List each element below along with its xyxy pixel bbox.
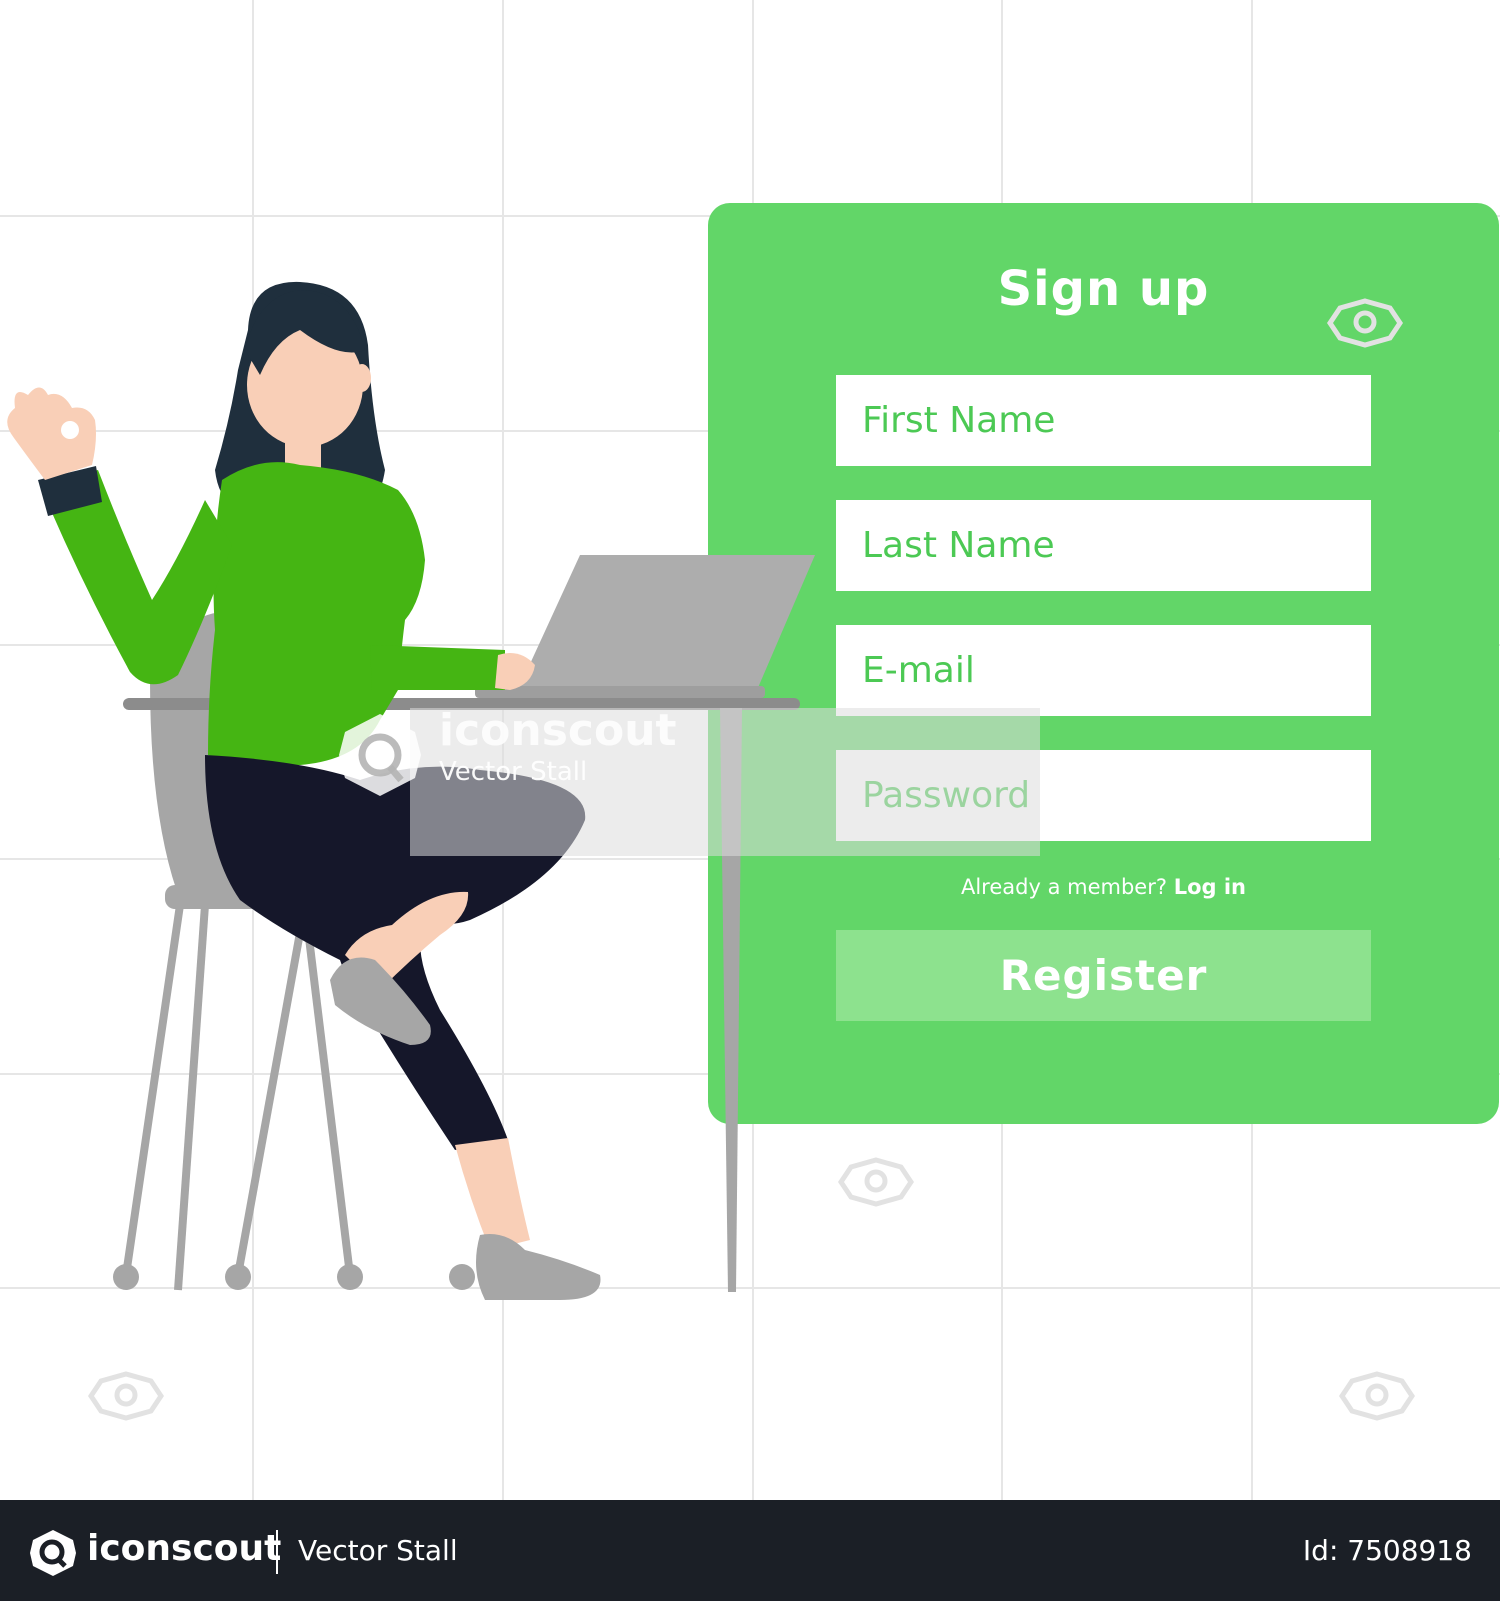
iconscout-watermark-icon (1338, 1371, 1416, 1421)
footer-divider (276, 1530, 278, 1574)
watermark-brand: iconscout (439, 705, 677, 756)
chair-leg (174, 904, 209, 1291)
chair-foot (449, 1264, 475, 1290)
ok-circle (61, 421, 79, 439)
laptop-base (475, 686, 765, 698)
sweater-arm-forward (370, 645, 505, 690)
iconscout-logo-icon[interactable] (28, 1528, 78, 1578)
ear (353, 364, 371, 392)
chair-foot (225, 1264, 251, 1290)
laptop-screen (518, 555, 815, 690)
iconscout-watermark-icon (1326, 298, 1404, 348)
watermark-center: iconscout Vector Stall (335, 705, 1040, 856)
iconscout-watermark-icon (87, 1371, 165, 1421)
leg-skin (455, 1138, 530, 1250)
asset-id: Id: 7508918 (1302, 1534, 1472, 1567)
footer-brand[interactable]: iconscout (87, 1528, 281, 1569)
shoe (476, 1234, 601, 1300)
watermark-author: Vector Stall (439, 757, 588, 787)
iconscout-watermark-icon (837, 1157, 915, 1207)
chair-leg (234, 904, 309, 1276)
hand-ok-gesture (7, 387, 97, 480)
footer-bar: iconscout Vector Stall Id: 7508918 (0, 1500, 1500, 1601)
iconscout-watermark-icon (339, 714, 421, 796)
chair-foot (113, 1264, 139, 1290)
chair-foot (337, 1264, 363, 1290)
footer-author[interactable]: Vector Stall (298, 1534, 458, 1567)
chair-leg (122, 904, 184, 1276)
